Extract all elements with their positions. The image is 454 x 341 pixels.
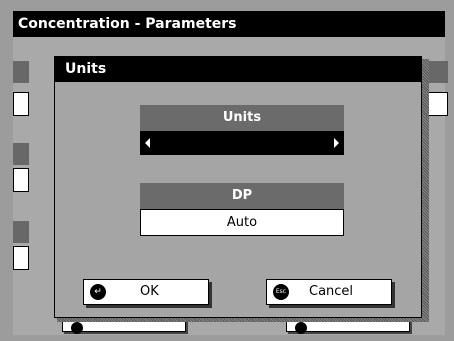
enter-icon — [71, 322, 83, 334]
units-field: Units — [140, 105, 344, 155]
dp-field: DP Auto — [140, 183, 344, 236]
arrow-right-icon[interactable] — [334, 138, 339, 148]
bg-field-value[interactable] — [13, 92, 29, 116]
cancel-button[interactable]: Esc Cancel — [266, 279, 392, 305]
dialog-title: Units — [55, 57, 421, 82]
bg-field-header — [13, 61, 29, 83]
units-selector[interactable] — [140, 131, 344, 155]
bg-field-value[interactable] — [13, 168, 29, 192]
bg-field-header — [13, 143, 29, 165]
cancel-button-label: Cancel — [309, 284, 354, 299]
bg-field-header — [13, 221, 29, 243]
ok-button-label: OK — [140, 284, 159, 299]
arrow-left-icon[interactable] — [145, 138, 150, 148]
units-field-label: Units — [140, 105, 344, 131]
units-dialog: Units Units DP Auto ↵ OK Esc Cancel — [54, 56, 422, 318]
dp-field-label: DP — [140, 183, 344, 209]
esc-icon: Esc — [273, 284, 289, 300]
bg-field-value[interactable] — [13, 246, 29, 270]
ok-button[interactable]: ↵ OK — [83, 279, 209, 305]
background-window-title: Concentration - Parameters — [13, 11, 445, 37]
enter-icon: ↵ — [90, 284, 106, 300]
esc-icon — [295, 322, 307, 334]
dp-field-value[interactable]: Auto — [140, 209, 344, 236]
